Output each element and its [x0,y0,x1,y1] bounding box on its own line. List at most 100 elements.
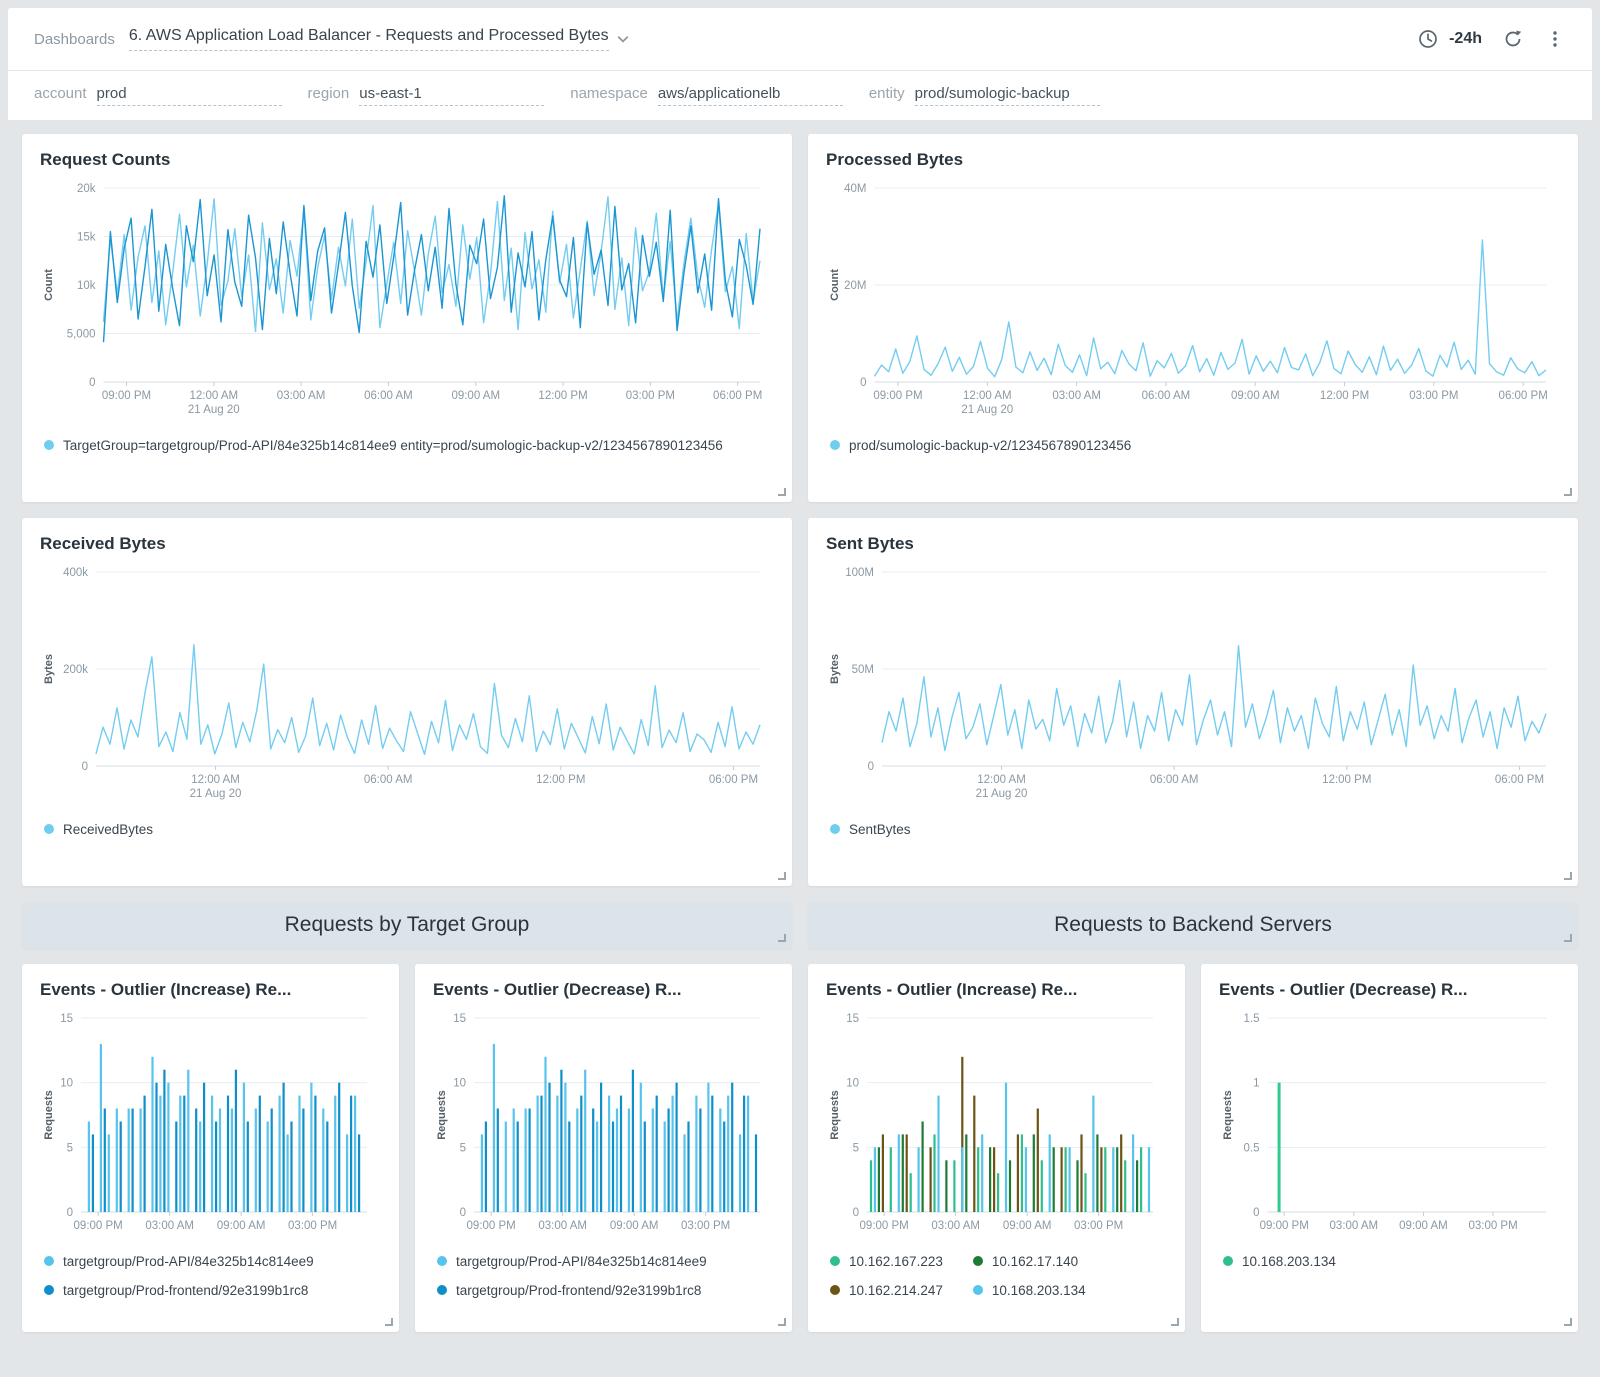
events-increase-backend-chart[interactable]: 051015Requests09:00 PM03:00 AM09:00 AM03… [826,1006,1167,1242]
svg-text:1: 1 [1253,1078,1259,1090]
panel-title: Request Counts [40,150,774,170]
events-increase-targetgroup-chart[interactable]: 051015Requests09:00 PM03:00 AM09:00 AM03… [40,1006,381,1242]
legend-item[interactable]: prod/sumologic-backup-v2/123456789012345… [830,436,1131,457]
section-title: Requests to Backend Servers [1054,913,1332,937]
svg-text:0: 0 [1253,1207,1259,1219]
panel-title: Events - Outlier (Increase) Re... [826,980,1167,1000]
legend-dot [437,1285,447,1295]
resize-handle[interactable] [1564,488,1572,496]
legend-dot [830,1256,840,1266]
svg-text:12:00 PM: 12:00 PM [1322,774,1371,786]
resize-handle[interactable] [778,1318,786,1326]
svg-text:09:00 PM: 09:00 PM [467,1220,516,1232]
legend-item[interactable]: TargetGroup=targetgroup/Prod-API/84e325b… [44,436,723,457]
legend-item[interactable]: 10.162.167.223 [830,1252,943,1273]
resize-handle[interactable] [1564,934,1572,942]
panel-received-bytes: Received Bytes 0200k400kBytes12:00 AM21 … [22,518,792,886]
sent-bytes-chart[interactable]: 050M100MBytes12:00 AM21 Aug 2006:00 AM12… [826,560,1560,810]
legend-dot [44,1256,54,1266]
legend-label: prod/sumologic-backup-v2/123456789012345… [849,436,1131,457]
resize-handle[interactable] [1564,1318,1572,1326]
svg-text:03:00 PM: 03:00 PM [288,1220,337,1232]
legend-item[interactable]: ReceivedBytes [44,820,153,841]
svg-text:0: 0 [868,761,874,773]
resize-handle[interactable] [385,1318,393,1326]
legend-dot [44,824,54,834]
time-range-label[interactable]: -24h [1449,30,1482,48]
resize-handle[interactable] [778,872,786,880]
svg-text:0.5: 0.5 [1244,1142,1260,1154]
panel-events-decrease-backend: Events - Outlier (Decrease) R... 00.511.… [1201,964,1578,1332]
svg-text:09:00 PM: 09:00 PM [74,1220,123,1232]
legend-label: targetgroup/Prod-API/84e325b14c814ee9 [456,1252,707,1273]
breadcrumb[interactable]: Dashboards [34,31,115,48]
legend-item[interactable]: targetgroup/Prod-frontend/92e3199b1rc8 [44,1281,308,1302]
filter-namespace-value[interactable]: aws/applicationelb [658,85,843,106]
dashboard-title-dropdown[interactable]: 6. AWS Application Load Balancer - Reque… [129,27,629,51]
filter-entity-label: entity [869,85,905,102]
legend-label: 10.162.167.223 [849,1252,943,1273]
svg-text:21 Aug 20: 21 Aug 20 [961,404,1013,416]
processed-bytes-chart[interactable]: 020M40MCount09:00 PM12:00 AM21 Aug 2003:… [826,176,1560,426]
legend: targetgroup/Prod-API/84e325b14c814ee9 tar… [433,1252,774,1302]
legend-label: ReceivedBytes [63,820,153,841]
app-root: Dashboards 6. AWS Application Load Balan… [0,0,1600,1352]
legend: targetgroup/Prod-API/84e325b14c814ee9 tar… [40,1252,381,1302]
svg-text:15k: 15k [77,232,96,244]
svg-text:Requests: Requests [1222,1090,1234,1140]
panel-events-decrease-targetgroup: Events - Outlier (Decrease) R... 051015R… [415,964,792,1332]
received-bytes-chart[interactable]: 0200k400kBytes12:00 AM21 Aug 2006:00 AM1… [40,560,774,810]
svg-text:15: 15 [846,1013,859,1025]
legend-item[interactable]: 10.162.214.247 [830,1281,943,1302]
legend-item[interactable]: 10.168.203.134 [973,1281,1086,1302]
legend-label: targetgroup/Prod-frontend/92e3199b1rc8 [63,1281,308,1302]
request-counts-chart[interactable]: 05,00010k15k20kCount09:00 PM12:00 AM21 A… [40,176,774,426]
svg-text:0: 0 [82,761,88,773]
svg-text:21 Aug 20: 21 Aug 20 [188,404,240,416]
svg-text:20k: 20k [77,183,96,195]
filter-region-label: region [308,85,350,102]
legend-item[interactable]: targetgroup/Prod-API/84e325b14c814ee9 [437,1252,707,1273]
legend-dot [830,1285,840,1295]
svg-text:Bytes: Bytes [43,654,55,684]
legend-item[interactable]: 10.168.203.134 [1223,1252,1336,1273]
clock-icon[interactable] [1417,28,1439,50]
svg-text:Requests: Requests [43,1090,55,1140]
filter-entity: entity prod/sumologic-backup [869,85,1100,106]
panel-request-counts: Request Counts 05,00010k15k20kCount09:00… [22,134,792,502]
panel-sent-bytes: Sent Bytes 050M100MBytes12:00 AM21 Aug 2… [808,518,1578,886]
legend-item[interactable]: SentBytes [830,820,911,841]
filter-account-value[interactable]: prod [97,85,282,106]
svg-text:09:00 AM: 09:00 AM [217,1220,266,1232]
refresh-icon[interactable] [1502,28,1524,50]
chevron-down-icon [617,35,629,43]
resize-handle[interactable] [778,934,786,942]
svg-text:Count: Count [43,269,55,301]
svg-text:12:00 PM: 12:00 PM [538,390,587,402]
legend-dot [44,1285,54,1295]
events-decrease-backend-chart[interactable]: 00.511.5Requests09:00 PM03:00 AM09:00 AM… [1219,1006,1560,1242]
filter-entity-value[interactable]: prod/sumologic-backup [915,85,1100,106]
panel-title: Events - Outlier (Decrease) R... [433,980,774,1000]
filter-region-value[interactable]: us-east-1 [359,85,544,106]
kebab-menu-icon[interactable] [1544,28,1566,50]
svg-text:03:00 AM: 03:00 AM [277,390,326,402]
topbar: Dashboards 6. AWS Application Load Balan… [8,8,1592,70]
legend-item[interactable]: 10.162.17.140 [973,1252,1078,1273]
legend-item[interactable]: targetgroup/Prod-frontend/92e3199b1rc8 [437,1281,701,1302]
legend-dot [437,1256,447,1266]
panel-title: Processed Bytes [826,150,1560,170]
resize-handle[interactable] [1171,1318,1179,1326]
events-decrease-targetgroup-chart[interactable]: 051015Requests09:00 PM03:00 AM09:00 AM03… [433,1006,774,1242]
svg-text:09:00 PM: 09:00 PM [102,390,151,402]
legend: 10.162.167.223 10.162.17.140 10.162.214.24… [826,1252,1167,1302]
svg-text:09:00 PM: 09:00 PM [860,1220,909,1232]
svg-text:10: 10 [60,1078,73,1090]
legend-dot [830,440,840,450]
dashboard-grid: Request Counts 05,00010k15k20kCount09:00… [8,120,1592,1352]
resize-handle[interactable] [778,488,786,496]
svg-text:03:00 PM: 03:00 PM [1468,1220,1517,1232]
resize-handle[interactable] [1564,872,1572,880]
panel-events-increase-targetgroup: Events - Outlier (Increase) Re... 051015… [22,964,399,1332]
legend-item[interactable]: targetgroup/Prod-API/84e325b14c814ee9 [44,1252,314,1273]
